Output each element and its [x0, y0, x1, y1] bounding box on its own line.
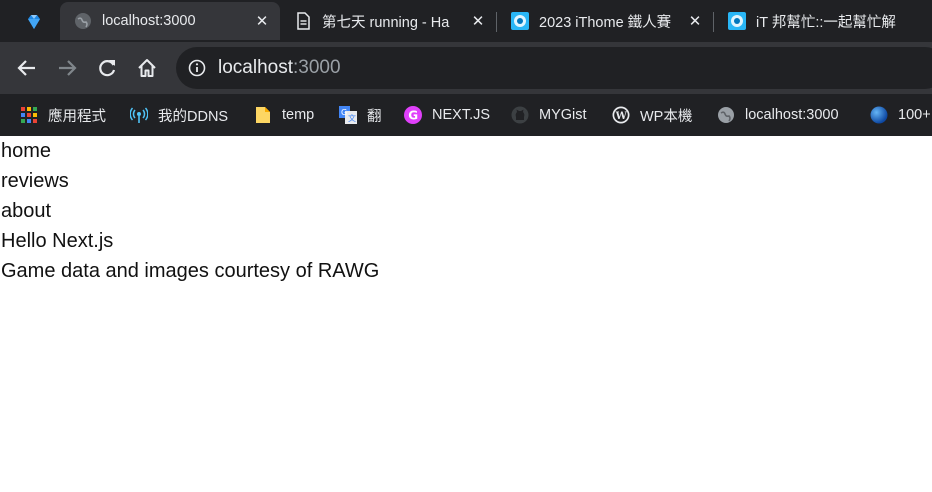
- bookmark-mygist[interactable]: MYGist: [511, 104, 587, 126]
- bookmark-label: 100+: [898, 107, 931, 123]
- tab-localhost[interactable]: localhost:3000 ✕: [60, 2, 280, 40]
- bookmark-label: NEXT.JS: [432, 107, 491, 123]
- page-content: home reviews about Hello Next.js Game da…: [0, 136, 932, 286]
- nav-link-about[interactable]: about: [0, 196, 932, 226]
- ithome-icon: [511, 12, 529, 30]
- page-heading: Hello Next.js: [1, 230, 114, 252]
- folder-icon: [254, 106, 272, 124]
- tab-strip: localhost:3000 ✕ 第七天 running - Ha ✕ 2023…: [0, 0, 932, 42]
- bookmarks-bar: 應用程式 我的DDNS temp G文 翻 G NEXT.JS MYGist W…: [0, 94, 932, 136]
- document-icon: [294, 12, 312, 30]
- tab-title: localhost:3000: [102, 13, 196, 29]
- bookmark-nextjs[interactable]: G NEXT.JS: [404, 104, 490, 126]
- tab-hackmd[interactable]: 第七天 running - Ha ✕: [280, 2, 496, 40]
- reload-button[interactable]: [93, 54, 121, 82]
- home-icon: [138, 59, 156, 77]
- reload-icon: [99, 60, 116, 77]
- info-icon[interactable]: [188, 59, 206, 77]
- github-icon: [511, 106, 529, 124]
- pinned-tab[interactable]: [10, 6, 58, 38]
- tab-title: iT 邦幫忙::一起幫忙解: [756, 14, 896, 31]
- arrow-left-icon: [17, 60, 35, 76]
- svg-text:W: W: [615, 111, 628, 122]
- bookmark-label: localhost:3000: [745, 107, 839, 123]
- address-bar[interactable]: localhost:3000: [176, 47, 932, 89]
- bookmark-wp[interactable]: W WP本機: [612, 104, 692, 126]
- svg-text:G: G: [408, 109, 418, 123]
- bookmark-translate[interactable]: G文 翻: [339, 104, 382, 126]
- ithome-icon: [728, 12, 746, 30]
- apps-grid-icon: [20, 106, 38, 124]
- bookmark-label: MYGist: [539, 107, 587, 123]
- url-host: localhost: [218, 57, 293, 78]
- svg-text:文: 文: [348, 113, 356, 123]
- bookmark-ddns[interactable]: 我的DDNS: [130, 104, 228, 126]
- close-icon[interactable]: ✕: [687, 12, 703, 30]
- tab-ithome-help[interactable]: iT 邦幫忙::一起幫忙解: [714, 2, 932, 40]
- svg-text:G: G: [341, 108, 347, 117]
- wordpress-icon: W: [612, 106, 630, 124]
- bookmark-localhost[interactable]: localhost:3000: [717, 104, 839, 126]
- tab-ithome-ironman[interactable]: 2023 iThome 鐵人賽 ✕: [497, 2, 713, 40]
- address-url[interactable]: localhost:3000: [218, 57, 341, 79]
- bookmark-label: 翻: [367, 108, 382, 125]
- nav-link-home[interactable]: home: [0, 136, 932, 166]
- bookmark-label: temp: [282, 107, 315, 123]
- close-icon[interactable]: ✕: [254, 12, 270, 30]
- browser-chrome: localhost:3000 ✕ 第七天 running - Ha ✕ 2023…: [0, 0, 932, 136]
- globe-icon: [717, 106, 735, 124]
- antenna-icon: [130, 106, 148, 124]
- nav-link-reviews[interactable]: reviews: [0, 166, 932, 196]
- gem-icon: [28, 15, 40, 29]
- globe-icon: [74, 12, 92, 30]
- bookmark-100plus[interactable]: 100+: [870, 104, 931, 126]
- page-footer: Game data and images courtesy of RAWG: [1, 260, 380, 282]
- tab-title: 2023 iThome 鐵人賽: [539, 14, 672, 31]
- bookmark-label: 我的DDNS: [158, 108, 229, 125]
- home-button[interactable]: [133, 54, 161, 82]
- page-viewport: home reviews about Hello Next.js Game da…: [0, 136, 932, 492]
- url-port: :3000: [293, 57, 341, 78]
- arrow-right-icon: [59, 60, 77, 76]
- forward-button[interactable]: [53, 54, 81, 82]
- translate-icon: G文: [339, 106, 357, 124]
- bookmark-temp[interactable]: temp: [254, 104, 314, 126]
- orb-icon: [870, 106, 888, 124]
- bookmark-label: 應用程式: [48, 108, 106, 125]
- toolbar: localhost:3000: [0, 42, 932, 94]
- back-button[interactable]: [13, 54, 41, 82]
- bookmark-apps[interactable]: 應用程式: [20, 104, 106, 126]
- close-icon[interactable]: ✕: [470, 12, 486, 30]
- tab-title: 第七天 running - Ha: [322, 14, 450, 31]
- bookmark-label: WP本機: [640, 108, 693, 125]
- g-icon: G: [404, 106, 422, 124]
